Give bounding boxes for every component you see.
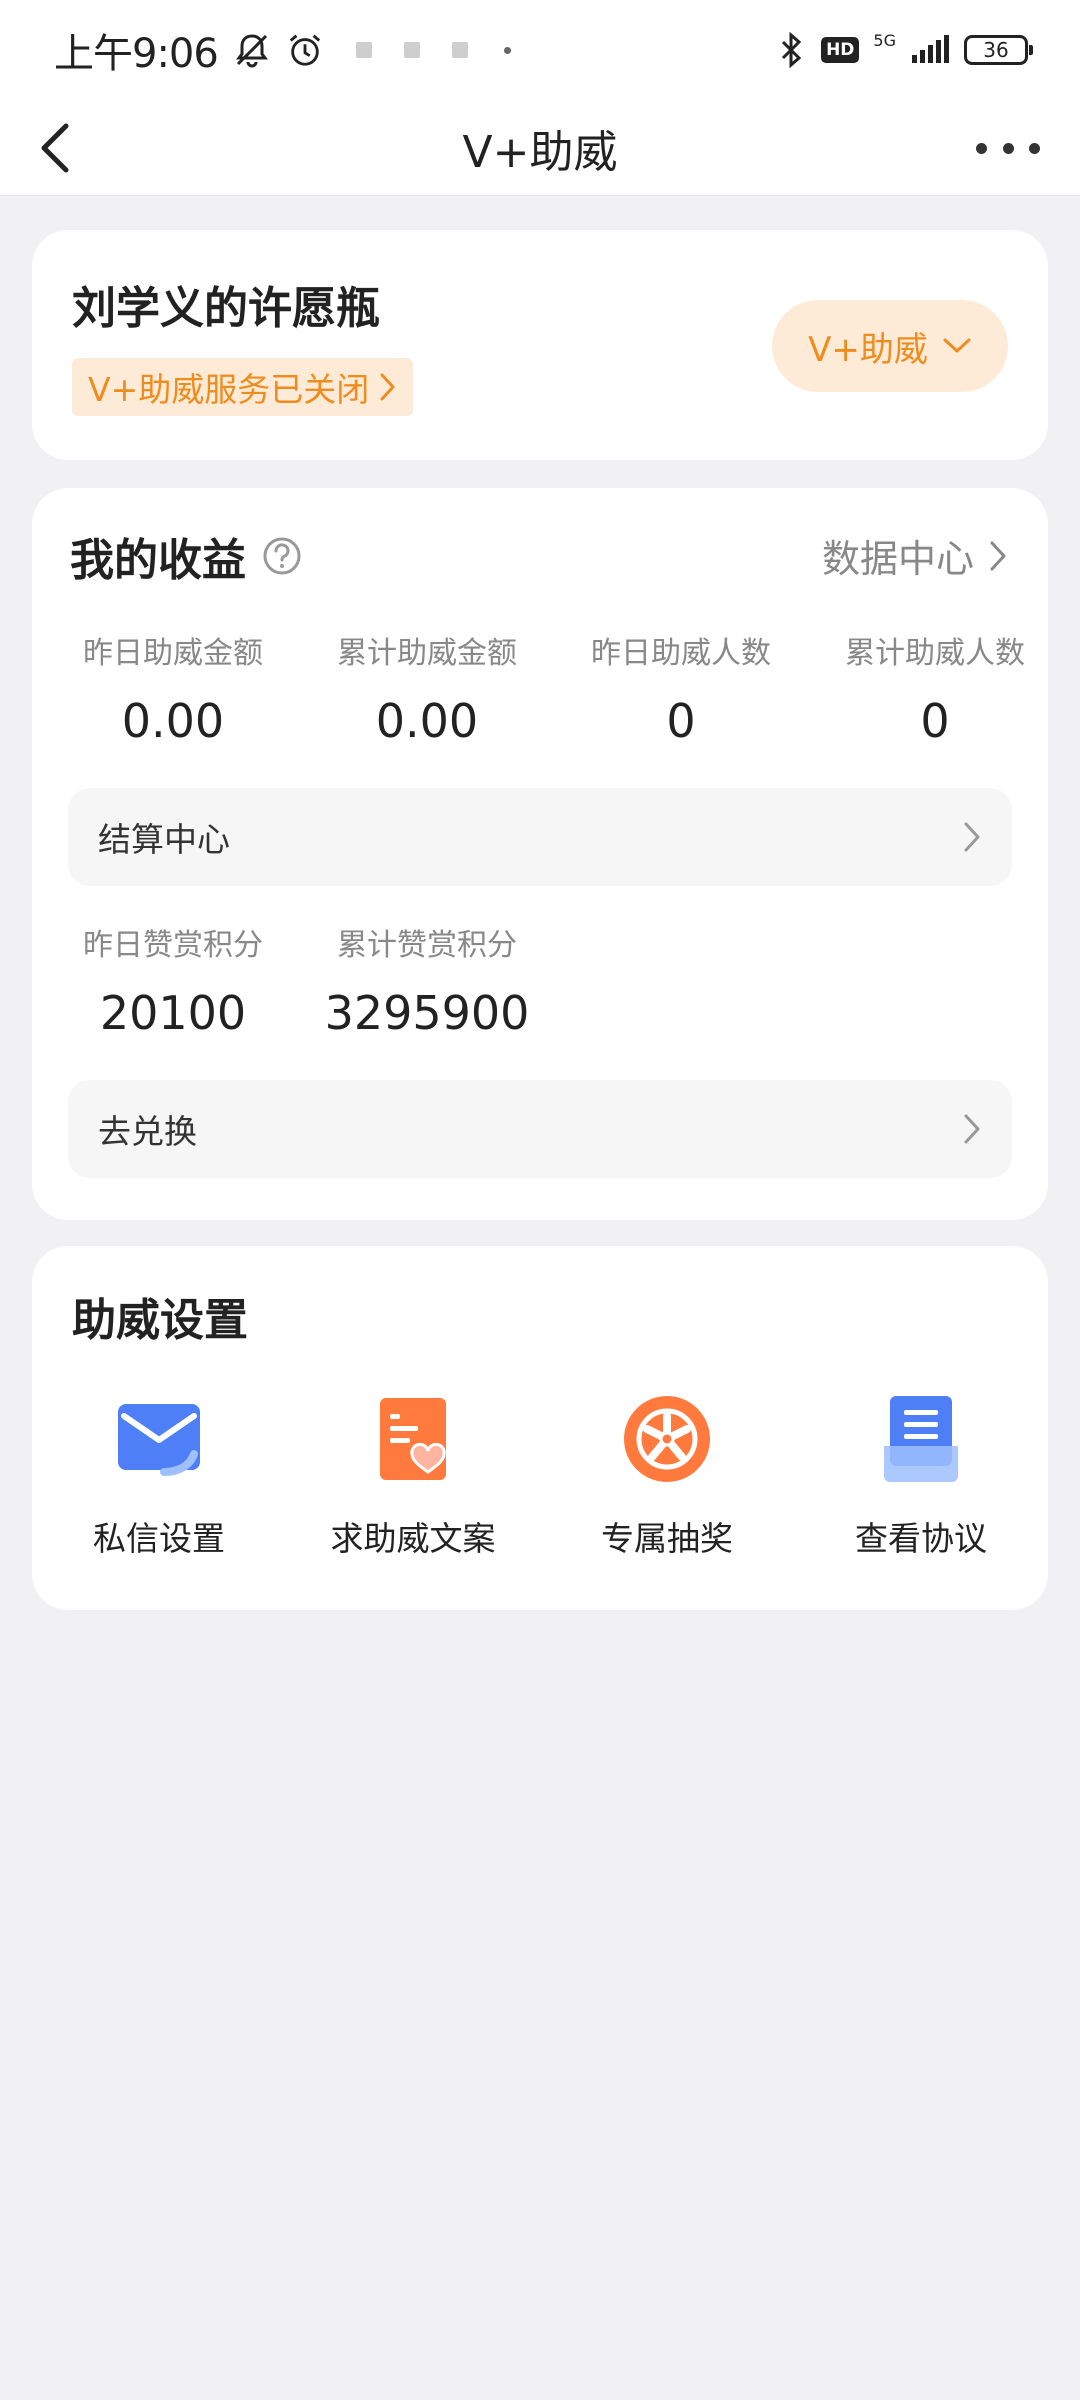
lottery-wheel-icon — [622, 1394, 712, 1484]
notification-icon — [451, 42, 468, 58]
more-notifications-dot — [503, 46, 511, 54]
stat-label: 累计助威人数 — [845, 636, 1025, 671]
stat-label: 昨日赞赏积分 — [83, 928, 263, 963]
stats-row: 昨日助威金额 0.00 累计助威金额 0.00 昨日助威人数 0 累计助威人数 … — [46, 628, 1062, 748]
stat-value: 0.00 — [121, 694, 225, 748]
settings-item-message[interactable]: 私信设置 — [32, 1394, 286, 1560]
vplus-switch-button[interactable]: V+助威 — [772, 300, 1008, 392]
settings-title: 助威设置 — [72, 1295, 248, 1346]
exchange-row[interactable]: 去兑换 — [68, 1080, 1012, 1178]
more-dot — [1029, 142, 1040, 154]
stat-value: 3295900 — [324, 986, 530, 1040]
points-yesterday: 昨日赞赏积分 20100 — [46, 920, 300, 1040]
points-total: 累计赞赏积分 3295900 — [300, 920, 554, 1040]
settings-item-label: 私信设置 — [93, 1519, 225, 1558]
stat-label: 昨日助威金额 — [83, 636, 263, 671]
nav-bar: V+助威 — [0, 100, 1080, 196]
more-dot — [976, 142, 987, 154]
status-bar: 上午9:06 HD 5G 36 — [0, 0, 1080, 100]
settings-card: 助威设置 私信设置 求助威文案 专属抽奖 查看协议 — [32, 1246, 1048, 1610]
settings-grid: 私信设置 求助威文案 专属抽奖 查看协议 — [32, 1394, 1048, 1560]
settings-item-label: 专属抽奖 — [601, 1519, 733, 1558]
service-status-link[interactable]: V+助威服务已关闭 — [72, 358, 414, 416]
stat-value: 20100 — [99, 986, 247, 1040]
settings-item-agreement[interactable]: 查看协议 — [794, 1394, 1048, 1560]
network-type: 5G — [873, 30, 896, 50]
data-center-label: 数据中心 — [821, 537, 974, 581]
stat-total-count: 累计助威人数 0 — [808, 628, 1062, 748]
document-heart-icon — [368, 1394, 458, 1484]
profile-card: 刘学义的许愿瓶 V+助威服务已关闭 V+助威 — [32, 230, 1048, 460]
hd-badge: HD — [821, 37, 860, 63]
envelope-icon — [114, 1394, 204, 1484]
earnings-title: 我的收益 — [70, 524, 302, 588]
stat-label: 累计助威金额 — [337, 636, 517, 671]
stat-label: 累计赞赏积分 — [337, 928, 517, 963]
alarm-icon — [286, 31, 324, 69]
stat-label: 昨日助威人数 — [591, 636, 771, 671]
mute-bell-icon — [232, 30, 272, 70]
settings-item-copywriting[interactable]: 求助威文案 — [286, 1394, 540, 1560]
settings-item-lottery[interactable]: 专属抽奖 — [540, 1394, 794, 1560]
chevron-down-icon — [943, 338, 971, 353]
more-options-button[interactable] — [976, 128, 1040, 168]
vplus-switch-label: V+助威 — [808, 329, 928, 370]
stat-total-amount: 累计助威金额 0.00 — [300, 628, 554, 748]
stat-value: 0 — [920, 694, 950, 748]
agreement-icon — [876, 1394, 966, 1484]
chevron-right-icon — [964, 822, 980, 852]
data-center-link[interactable]: 数据中心 — [822, 528, 1008, 583]
status-time: 上午9:06 — [54, 31, 219, 77]
help-icon[interactable] — [262, 536, 302, 576]
chevron-right-icon — [964, 1114, 980, 1144]
status-left: 上午9:06 — [54, 21, 511, 79]
chevron-right-icon — [990, 541, 1006, 570]
page-title: V+助威 — [462, 126, 618, 178]
settings-item-label: 求助威文案 — [330, 1519, 496, 1558]
bluetooth-icon — [777, 30, 807, 70]
back-button[interactable] — [26, 118, 86, 178]
chevron-right-icon — [380, 373, 395, 401]
battery-icon: 36 — [964, 35, 1033, 65]
earnings-title-label: 我的收益 — [70, 535, 246, 586]
stat-yesterday-count: 昨日助威人数 0 — [554, 628, 808, 748]
stat-value: 0.00 — [375, 694, 479, 748]
profile-name: 刘学义的许愿瓶 — [72, 283, 380, 334]
signal-icon — [910, 35, 950, 65]
stat-value: 0 — [666, 694, 696, 748]
service-status-label: V+助威服务已关闭 — [88, 370, 370, 409]
earnings-card: 我的收益 数据中心 昨日助威金额 0.00 累计助威金额 0.00 昨日助威人数… — [32, 488, 1048, 1220]
notification-icon — [403, 42, 420, 58]
exchange-label: 去兑换 — [98, 1112, 197, 1151]
points-row: 昨日赞赏积分 20100 累计赞赏积分 3295900 — [46, 920, 1062, 1040]
stat-yesterday-amount: 昨日助威金额 0.00 — [46, 628, 300, 748]
chevron-left-icon — [41, 123, 69, 173]
more-dot — [1002, 142, 1014, 154]
notification-icon — [355, 42, 372, 58]
settlement-center-row[interactable]: 结算中心 — [68, 788, 1012, 886]
settings-item-label: 查看协议 — [855, 1519, 987, 1558]
settlement-center-label: 结算中心 — [98, 820, 230, 859]
status-right: HD 5G 36 — [777, 30, 1033, 70]
